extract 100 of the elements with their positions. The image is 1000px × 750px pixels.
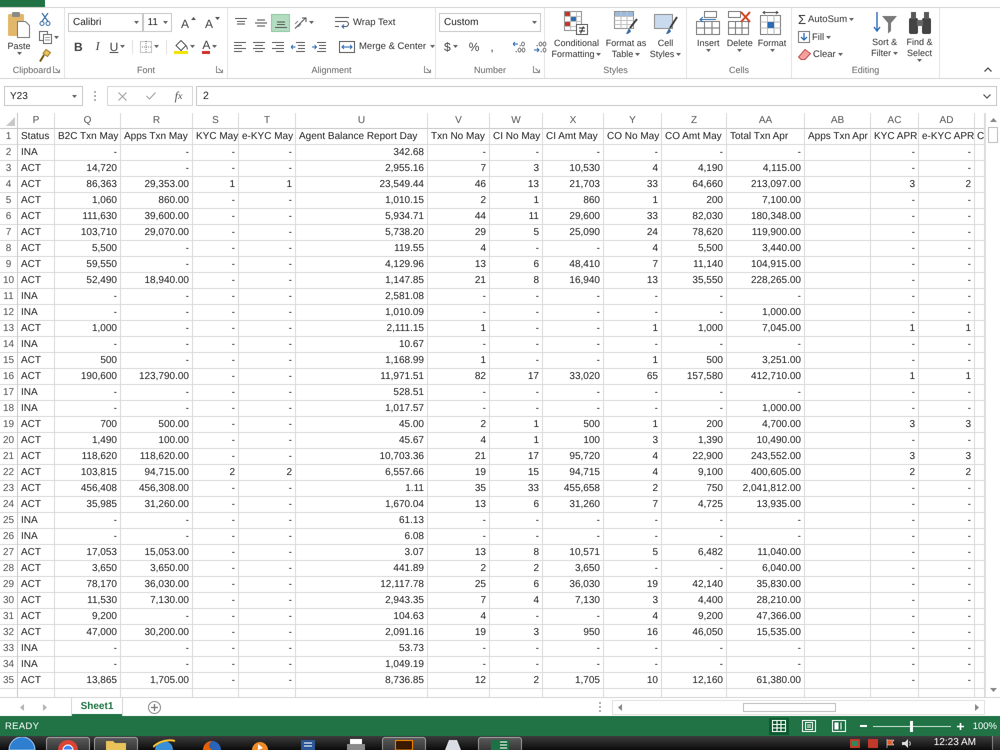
- bold-button[interactable]: B: [68, 38, 89, 56]
- fill-button[interactable]: Fill: [795, 28, 866, 46]
- clock[interactable]: 12:23 AM: [934, 737, 976, 749]
- column-header[interactable]: P: [18, 113, 55, 129]
- scrollbar-thumb[interactable]: [743, 702, 836, 712]
- row-header[interactable]: 1: [0, 129, 18, 145]
- zoom-slider-thumb[interactable]: [910, 720, 914, 732]
- percent-button[interactable]: %: [464, 38, 484, 56]
- row-header[interactable]: 4: [0, 177, 18, 193]
- font-size-dropdown[interactable]: 11: [142, 13, 172, 32]
- row-header[interactable]: 14: [0, 337, 18, 353]
- row-header[interactable]: 30: [0, 593, 18, 609]
- row-header[interactable]: 6: [0, 209, 18, 225]
- column-header[interactable]: T: [239, 113, 296, 129]
- row-header[interactable]: 3: [0, 161, 18, 177]
- row-header[interactable]: 31: [0, 609, 18, 625]
- speaker-icon[interactable]: [902, 738, 912, 748]
- taskbar-button[interactable]: [478, 737, 522, 750]
- row-header[interactable]: 19: [0, 417, 18, 433]
- copy-button[interactable]: [37, 29, 61, 45]
- flag-icon[interactable]: [886, 738, 894, 748]
- row-header[interactable]: 10: [0, 273, 18, 289]
- row-header[interactable]: 32: [0, 625, 18, 641]
- column-header[interactable]: R: [121, 113, 193, 129]
- delete-button[interactable]: Delete: [724, 10, 755, 64]
- row-header[interactable]: 28: [0, 561, 18, 577]
- zoom-in-button[interactable]: [956, 721, 965, 731]
- horizontal-scrollbar[interactable]: [612, 700, 985, 714]
- zoom-level[interactable]: 100%: [972, 720, 997, 732]
- sort-filter-button[interactable]: Sort & Filter: [868, 10, 902, 64]
- cell-styles-button[interactable]: Cell Styles: [648, 10, 683, 64]
- format-button[interactable]: Format: [756, 10, 788, 64]
- column-header[interactable]: Z: [662, 113, 727, 129]
- tray-app-icon[interactable]: [850, 738, 860, 748]
- start-button[interactable]: [6, 737, 38, 750]
- insert-button[interactable]: Insert: [693, 10, 724, 64]
- column-header[interactable]: AA: [727, 113, 805, 129]
- row-header[interactable]: 16: [0, 369, 18, 385]
- row-header[interactable]: 9: [0, 257, 18, 273]
- expand-icon[interactable]: [983, 94, 991, 98]
- row-header[interactable]: 26: [0, 529, 18, 545]
- row-header[interactable]: 5: [0, 193, 18, 209]
- row-header[interactable]: 22: [0, 465, 18, 481]
- name-box[interactable]: Y23: [4, 86, 83, 106]
- row-header[interactable]: 25: [0, 513, 18, 529]
- row-header[interactable]: 7: [0, 225, 18, 241]
- row-header[interactable]: 35: [0, 673, 18, 689]
- row-header[interactable]: 27: [0, 545, 18, 561]
- collapse-ribbon-button[interactable]: [982, 65, 994, 74]
- underline-button[interactable]: U: [106, 38, 128, 56]
- column-header[interactable]: Y: [604, 113, 662, 129]
- row-header[interactable]: 24: [0, 497, 18, 513]
- row-header[interactable]: 33: [0, 641, 18, 657]
- column-header[interactable]: AD: [919, 113, 975, 129]
- new-sheet-button[interactable]: [148, 700, 161, 714]
- row-header[interactable]: 18: [0, 401, 18, 417]
- taskbar-button[interactable]: [46, 737, 90, 750]
- row-header[interactable]: 23: [0, 481, 18, 497]
- italic-button[interactable]: I: [90, 38, 106, 56]
- column-header[interactable]: Q: [55, 113, 121, 129]
- wrap-text-button[interactable]: Wrap Text: [332, 14, 398, 32]
- sheet-tab[interactable]: Sheet1: [72, 698, 122, 716]
- comma-style-button[interactable]: ,: [485, 38, 499, 56]
- vertical-scrollbar[interactable]: [985, 113, 1000, 697]
- column-header[interactable]: W: [490, 113, 543, 129]
- clear-button[interactable]: Clear: [795, 46, 866, 64]
- dialog-launcher-icon[interactable]: [53, 66, 60, 73]
- formula-field[interactable]: 2: [196, 86, 997, 106]
- column-header[interactable]: U: [296, 113, 428, 129]
- row-header[interactable]: 13: [0, 321, 18, 337]
- scrollbar-thumb[interactable]: [988, 127, 998, 143]
- row-header[interactable]: 12: [0, 305, 18, 321]
- grow-font-button[interactable]: A: [176, 14, 200, 32]
- font-color-button[interactable]: A: [199, 38, 220, 56]
- dialog-launcher-icon[interactable]: [533, 66, 540, 73]
- paste-button[interactable]: Paste: [3, 10, 35, 64]
- number-format-dropdown[interactable]: Custom: [439, 13, 541, 32]
- find-select-button[interactable]: Find & Select: [903, 10, 936, 64]
- column-header[interactable]: S: [193, 113, 239, 129]
- font-name-dropdown[interactable]: Calibri: [68, 13, 143, 32]
- autosum-button[interactable]: Σ AutoSum: [795, 11, 866, 28]
- taskbar-button[interactable]: [382, 737, 426, 750]
- conditional-formatting-button[interactable]: Conditional Formatting: [549, 10, 604, 64]
- column-header[interactable]: V: [428, 113, 490, 129]
- currency-button[interactable]: $: [439, 38, 463, 56]
- tray-app-icon[interactable]: [868, 738, 878, 748]
- row-header[interactable]: 29: [0, 577, 18, 593]
- shrink-font-button[interactable]: A: [200, 14, 224, 32]
- align-bottom-button[interactable]: [271, 14, 290, 32]
- normal-view-button[interactable]: [768, 718, 789, 734]
- column-header[interactable]: AC: [871, 113, 919, 129]
- row-header[interactable]: 11: [0, 289, 18, 305]
- show-desktop-button[interactable]: [992, 736, 1000, 750]
- format-as-table-button[interactable]: Format as Table: [604, 10, 648, 64]
- row-header[interactable]: 21: [0, 449, 18, 465]
- column-header[interactable]: X: [543, 113, 604, 129]
- dialog-launcher-icon[interactable]: [424, 66, 431, 73]
- row-header[interactable]: 2: [0, 145, 18, 161]
- row-header[interactable]: 34: [0, 657, 18, 673]
- merge-center-button[interactable]: Merge & Center: [336, 38, 438, 56]
